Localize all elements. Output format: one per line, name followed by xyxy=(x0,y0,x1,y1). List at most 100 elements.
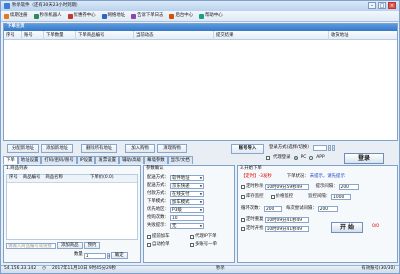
menu-renew[interactable]: 续期注册 xyxy=(4,13,28,19)
robot-icon xyxy=(33,13,39,19)
col-product[interactable]: 下单商品编号 xyxy=(76,30,134,40)
tab-params[interactable]: 幕墙参数 xyxy=(144,156,168,164)
product-header: 1.商品列表 xyxy=(6,166,28,171)
courier-select[interactable]: 京东快递 ▼ xyxy=(170,183,204,189)
product-url-input[interactable]: 请输入商品编号或链接 xyxy=(6,242,56,249)
attempts-input[interactable]: 10 xyxy=(170,215,204,221)
product-col-seq: 序号 xyxy=(9,175,18,181)
menu-help[interactable]: 帮助中心 xyxy=(199,13,223,19)
app-radio[interactable] xyxy=(309,156,314,161)
start-button[interactable]: 开 始 xyxy=(331,222,363,233)
add-product-button[interactable]: 添加商品 xyxy=(57,242,83,249)
params-header: 参数确认 xyxy=(146,166,164,171)
region-select[interactable]: P3级 ▼ xyxy=(170,207,204,213)
col-account[interactable]: 账号 xyxy=(22,30,44,40)
status-bar: 54.156.33.142 ◷ 2017年11月10日 9时45分29秒 秒杀 … xyxy=(1,265,399,273)
auto-grab-checkbox[interactable] xyxy=(147,243,151,248)
help-icon xyxy=(199,13,205,19)
login-mode-next[interactable]: › xyxy=(331,145,335,151)
qty-label: 数量 xyxy=(74,252,83,258)
start-time-input[interactable]: 10时09分41秒49 xyxy=(264,226,309,232)
delete-address-button[interactable]: 删除所有地址 xyxy=(81,144,117,153)
preset-button[interactable]: 预约 xyxy=(83,242,101,249)
login-mode: 登录方式(选择/切换） ‹ › xyxy=(269,144,335,151)
login-mode-prev[interactable]: ‹ xyxy=(327,145,331,151)
product-col-id: 商品编号 xyxy=(22,175,41,181)
add-to-cart-button[interactable]: 加入购物 xyxy=(125,144,155,153)
tab-order[interactable]: 下单 xyxy=(3,156,18,164)
fail-alert-select[interactable]: 无 ▼ xyxy=(170,223,204,229)
settings-tabs: 下单 地址设置 打码/密码/限号 IP设置 发票设置 辅助/高级 幕墙参数 显示… xyxy=(3,156,193,164)
loop-count-input[interactable]: 200 xyxy=(263,206,282,212)
timed-checkbox[interactable] xyxy=(241,185,245,189)
tab-advanced[interactable]: 辅助/高级 xyxy=(119,156,145,164)
order-grid: 下单主页 序号 账号 下单数量 下单商品编号 当前动态 提交结果 收货地址 xyxy=(3,23,398,141)
order-mode-select[interactable]: 加车模式 ▼ xyxy=(170,199,204,205)
account-import-button[interactable]: 账号导入 xyxy=(231,144,264,154)
tab-ip[interactable]: IP设置 xyxy=(76,156,96,164)
minimize-button[interactable]: – xyxy=(368,2,376,9)
proxy-ip-checkbox[interactable] xyxy=(190,235,194,240)
start-panel: 3.开始下单 【定时】-3发秒 下单状况： 未提示，请先提示 定时秒杀 10时0… xyxy=(237,165,398,263)
confirm-button[interactable]: 确定 xyxy=(110,252,128,259)
col-qty[interactable]: 下单数量 xyxy=(44,30,76,40)
order-status-link[interactable]: 未提示，请先提示 xyxy=(310,174,345,179)
delivery-select[interactable]: 软件地址 ▼ xyxy=(170,175,204,181)
app-window: 秒杀软件（还有30天23小时到期） – □ × 续期注册 秒杀机器人 优惠券中心… xyxy=(0,0,400,274)
product-table: 序号 商品编号 商品名称 下单价(0.0) xyxy=(6,174,138,240)
menu-backend[interactable]: 后台中心 xyxy=(169,13,193,19)
monitor-interval-input[interactable]: 1000 xyxy=(331,194,352,200)
multi-account-checkbox[interactable] xyxy=(190,243,194,248)
close-button[interactable]: × xyxy=(388,2,396,9)
ip-status: 54.156.33.142 xyxy=(4,266,37,272)
clear-cart-button[interactable]: 清理购物 xyxy=(157,144,187,153)
menu-log[interactable]: 告诉下单日志 xyxy=(131,13,163,19)
proxy-checkbox[interactable] xyxy=(266,156,270,161)
tab-address[interactable]: 地址设置 xyxy=(17,156,42,164)
notify-interval-input[interactable]: 200 xyxy=(338,184,359,190)
start-timer-checkbox[interactable] xyxy=(241,227,245,231)
grid-header: 序号 账号 下单数量 下单商品编号 当前动态 提交结果 收货地址 xyxy=(4,30,397,40)
title-bar: 秒杀软件（还有30天23小时到期） – □ × xyxy=(1,1,399,11)
col-seq[interactable]: 序号 xyxy=(4,30,22,40)
repeat-checkbox[interactable] xyxy=(241,218,245,222)
col-result[interactable]: 提交结果 xyxy=(214,30,329,40)
payment-select[interactable]: 在线支付 ▼ xyxy=(170,191,204,197)
network-icon xyxy=(101,13,107,19)
col-status[interactable]: 当前动态 xyxy=(134,30,214,40)
menu-network[interactable]: 网络地址 xyxy=(101,13,125,19)
add-address-button[interactable]: 添加新地址 xyxy=(41,144,73,153)
menu-bar: 续期注册 秒杀机器人 优惠券中心 网络地址 告诉下单日志 后台中心 帮助中心 xyxy=(1,11,399,22)
accounts-status: 有效账号(30/30) xyxy=(361,266,395,272)
time-status: 2017年11月10日 9时45分29秒 xyxy=(51,266,117,272)
clock-icon: ◷ xyxy=(42,266,46,272)
login-button[interactable]: 登录 xyxy=(344,153,384,164)
load-accounts-button[interactable]: 分配新地址 xyxy=(7,144,39,153)
repeat-time-input[interactable]: 10时09分41秒49 xyxy=(264,217,309,223)
pre-cart-checkbox[interactable] xyxy=(147,235,151,240)
pc-radio[interactable] xyxy=(293,156,298,161)
menu-coupon[interactable]: 优惠券中心 xyxy=(67,13,96,19)
retry-interval-input[interactable]: 200 xyxy=(317,206,338,212)
login-options: 代理登录 PC APP xyxy=(266,155,325,161)
window-title: 秒杀软件（还有30天23小时到期） xyxy=(12,2,81,8)
timed-input[interactable]: 10时09分59秒49 xyxy=(264,184,309,190)
timer-link[interactable]: 【定时】-3发秒 xyxy=(241,174,272,179)
maximize-button[interactable]: □ xyxy=(378,2,386,9)
grid-buttons: 分配新地址 添加新地址 删除所有地址 加入购物 清理购物 xyxy=(7,144,187,153)
qty-spinner[interactable]: ↕ xyxy=(106,252,110,259)
tab-invoice[interactable]: 发票设置 xyxy=(95,156,119,164)
qty-input[interactable]: 1 xyxy=(83,252,106,259)
log-icon xyxy=(131,13,137,19)
product-col-price: 下单价(0.0) xyxy=(89,175,114,181)
coupon-icon xyxy=(67,13,73,19)
product-col-name: 商品名称 xyxy=(45,175,63,181)
menu-robot[interactable]: 秒杀机器人 xyxy=(33,13,62,19)
tab-captcha[interactable]: 打码/密码/限号 xyxy=(41,156,77,164)
tab-display[interactable]: 显示/文档 xyxy=(167,156,193,164)
app-icon xyxy=(4,3,10,9)
stock-checkbox[interactable] xyxy=(241,195,245,199)
col-address[interactable]: 收货地址 xyxy=(329,31,397,40)
price-checkbox[interactable] xyxy=(270,195,275,199)
login-mode-field[interactable] xyxy=(312,145,327,151)
